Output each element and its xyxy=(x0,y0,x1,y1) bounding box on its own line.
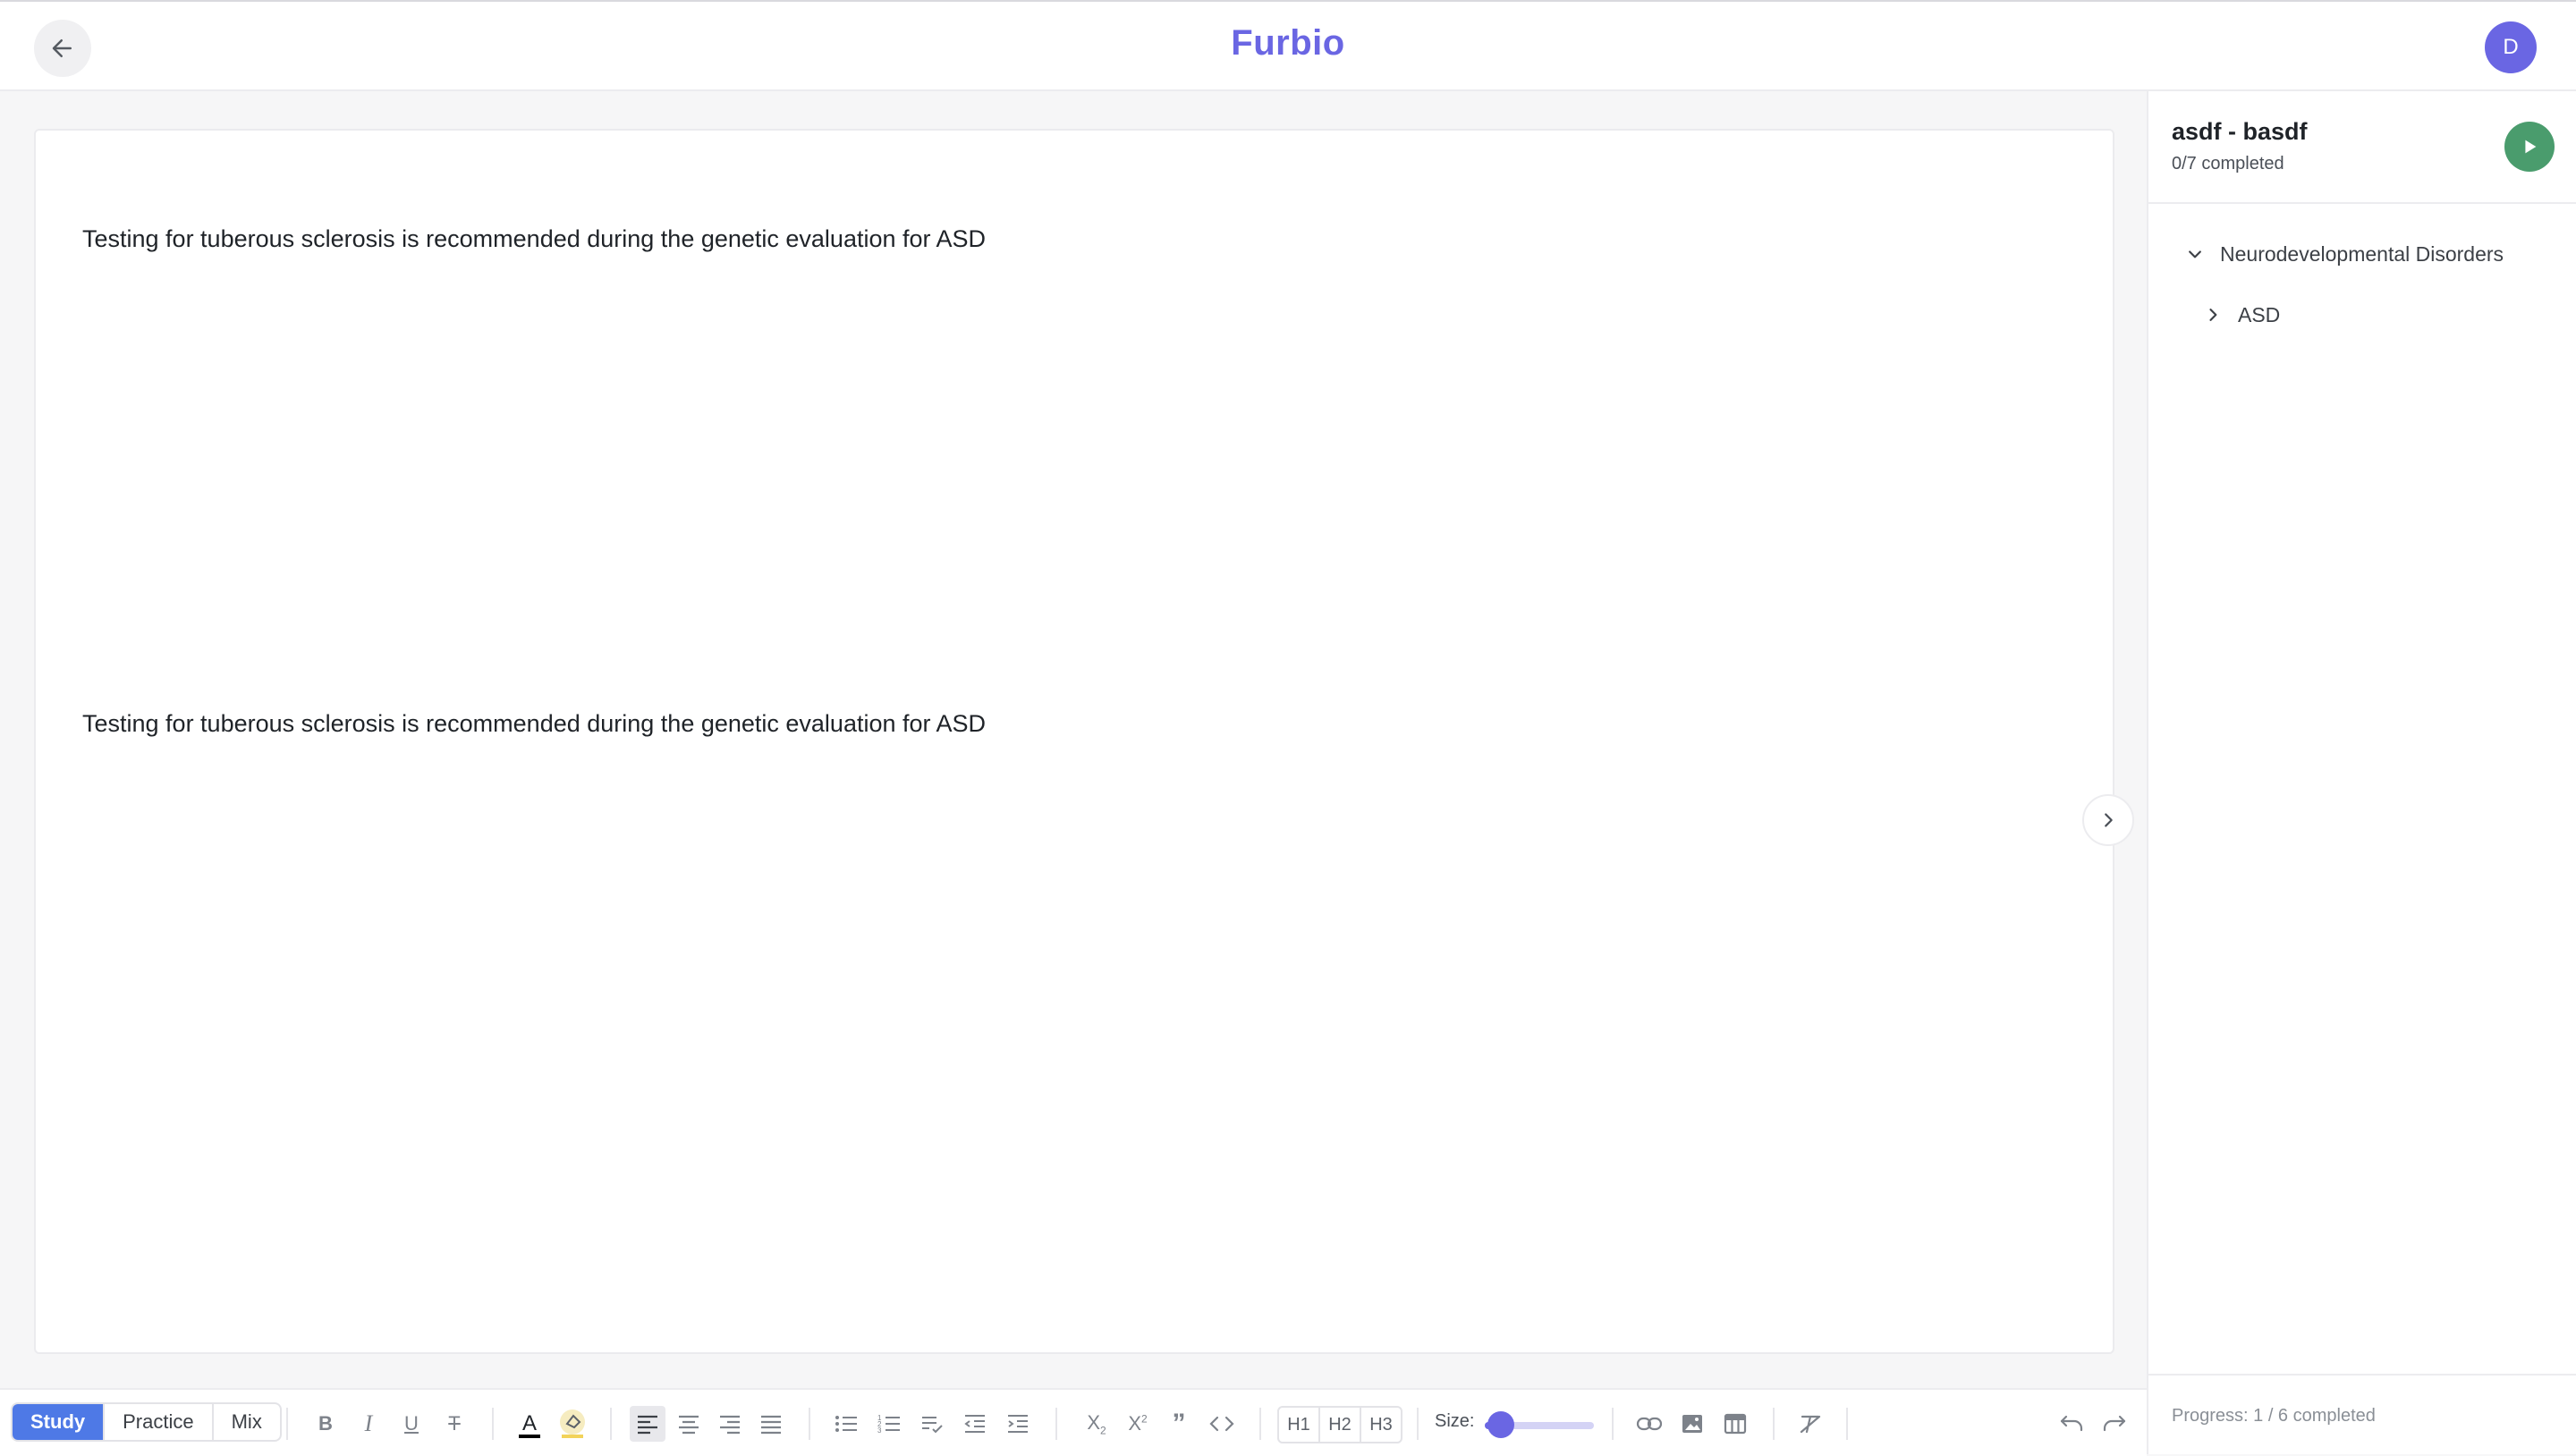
course-outline-panel: asdf - basdf 0/7 completed Neurodevelopm… xyxy=(2147,91,2576,1454)
svg-text:A: A xyxy=(522,1411,537,1435)
code-icon xyxy=(1209,1414,1234,1434)
align-justify-button[interactable] xyxy=(753,1406,789,1442)
clear-format-icon xyxy=(1799,1413,1822,1435)
bullet-list-icon xyxy=(835,1413,858,1435)
heading-2-button[interactable]: H2 xyxy=(1320,1408,1361,1442)
blockquote-icon: ” xyxy=(1172,1409,1186,1438)
editor-card[interactable]: Testing for tuberous sclerosis is recomm… xyxy=(34,129,2114,1354)
svg-text:3: 3 xyxy=(877,1426,882,1435)
heading-1-button[interactable]: H1 xyxy=(1279,1408,1320,1442)
toolbar-divider xyxy=(1846,1408,1848,1440)
strikethrough-icon: T xyxy=(448,1412,461,1435)
undo-button[interactable] xyxy=(2054,1406,2089,1442)
link-button[interactable] xyxy=(1631,1406,1667,1442)
text-color-button[interactable]: A xyxy=(512,1406,547,1442)
heading-3-button[interactable]: H3 xyxy=(1361,1408,1401,1442)
editor-paragraph[interactable]: Testing for tuberous sclerosis is recomm… xyxy=(82,710,986,738)
tree-item-neurodevelopmental-disorders[interactable]: Neurodevelopmental Disorders xyxy=(2182,241,2504,267)
indent-icon xyxy=(1006,1413,1030,1435)
align-center-button[interactable] xyxy=(671,1406,707,1442)
highlight-icon xyxy=(558,1409,587,1439)
task-list-icon xyxy=(920,1413,944,1435)
mode-practice-button[interactable]: Practice xyxy=(105,1404,214,1440)
bold-button[interactable]: B xyxy=(308,1406,343,1442)
mode-study-button[interactable]: Study xyxy=(13,1404,106,1440)
app-title: Furbio xyxy=(1231,23,1345,63)
size-label: Size: xyxy=(1435,1411,1475,1431)
align-left-button[interactable] xyxy=(630,1406,665,1442)
subscript-icon: X2 xyxy=(1087,1410,1106,1437)
tree-item-label: ASD xyxy=(2238,302,2281,326)
undo-icon xyxy=(2059,1414,2084,1434)
outdent-button[interactable] xyxy=(957,1406,993,1442)
link-icon xyxy=(1636,1415,1663,1433)
course-progress: 0/7 completed xyxy=(2172,154,2284,174)
redo-button[interactable] xyxy=(2097,1406,2132,1442)
course-title: asdf - basdf xyxy=(2172,118,2308,145)
toolbar-divider xyxy=(1773,1408,1775,1440)
underline-button[interactable]: U xyxy=(394,1406,429,1442)
image-button[interactable] xyxy=(1674,1406,1710,1442)
blockquote-button[interactable]: ” xyxy=(1161,1406,1197,1442)
play-button[interactable] xyxy=(2504,122,2555,172)
toolbar-divider xyxy=(1417,1408,1419,1440)
redo-icon xyxy=(2102,1414,2127,1434)
mode-switch: Study Practice Mix xyxy=(11,1402,282,1442)
play-icon xyxy=(2520,137,2539,157)
italic-icon: I xyxy=(364,1410,373,1436)
toolbar-divider xyxy=(286,1408,288,1440)
numbered-list-icon: 123 xyxy=(877,1413,901,1435)
top-bar: Furbio D xyxy=(0,0,2576,91)
toolbar-divider xyxy=(1055,1408,1057,1440)
task-list-button[interactable] xyxy=(914,1406,950,1442)
toolbar-divider xyxy=(809,1408,810,1440)
mode-mix-button[interactable]: Mix xyxy=(214,1404,280,1440)
panel-footer: Progress: 1 / 6 completed xyxy=(2148,1374,2576,1456)
panel-divider xyxy=(2148,202,2576,204)
toolbar-divider xyxy=(610,1408,612,1440)
toolbar-divider xyxy=(492,1408,494,1440)
code-button[interactable] xyxy=(1204,1406,1240,1442)
overall-progress: Progress: 1 / 6 completed xyxy=(2172,1406,2376,1426)
strikethrough-button[interactable]: T xyxy=(436,1406,472,1442)
heading-group: H1 H2 H3 xyxy=(1277,1406,1402,1443)
italic-button[interactable]: I xyxy=(351,1406,386,1442)
image-icon xyxy=(1681,1413,1704,1435)
align-center-icon xyxy=(677,1413,700,1435)
user-avatar[interactable]: D xyxy=(2485,21,2537,73)
bullet-list-button[interactable] xyxy=(828,1406,864,1442)
text-color-icon: A xyxy=(516,1409,543,1439)
subscript-button[interactable]: X2 xyxy=(1079,1406,1114,1442)
chevron-right-icon[interactable] xyxy=(2200,302,2225,327)
next-button[interactable] xyxy=(2082,794,2134,846)
outdent-icon xyxy=(963,1413,987,1435)
toolbar-divider xyxy=(1612,1408,1614,1440)
editor-toolbar: Study Practice Mix B I U T A 1 2 3 X2 X2… xyxy=(0,1388,2147,1456)
numbered-list-button[interactable]: 123 xyxy=(871,1406,907,1442)
superscript-icon: X2 xyxy=(1128,1412,1148,1435)
toolbar-divider xyxy=(1259,1408,1261,1440)
table-icon xyxy=(1724,1413,1747,1435)
main-content: Testing for tuberous sclerosis is recomm… xyxy=(0,91,2147,1388)
chevron-down-icon[interactable] xyxy=(2182,241,2207,267)
align-left-icon xyxy=(636,1413,659,1435)
align-right-button[interactable] xyxy=(712,1406,748,1442)
bold-icon: B xyxy=(318,1412,333,1435)
chevron-right-icon xyxy=(2098,810,2118,830)
indent-button[interactable] xyxy=(1000,1406,1036,1442)
clear-format-button[interactable] xyxy=(1792,1406,1828,1442)
font-size-slider-thumb[interactable] xyxy=(1487,1411,1515,1438)
table-button[interactable] xyxy=(1717,1406,1753,1442)
align-justify-icon xyxy=(759,1413,783,1435)
tree-item-label: Neurodevelopmental Disorders xyxy=(2220,241,2504,266)
tree-item-asd[interactable]: ASD xyxy=(2200,302,2280,327)
superscript-button[interactable]: X2 xyxy=(1120,1406,1156,1442)
underline-icon: U xyxy=(404,1412,419,1435)
align-right-icon xyxy=(718,1413,741,1435)
editor-paragraph[interactable]: Testing for tuberous sclerosis is recomm… xyxy=(82,225,986,253)
highlight-button[interactable] xyxy=(555,1406,590,1442)
font-size-slider[interactable] xyxy=(1485,1411,1594,1438)
